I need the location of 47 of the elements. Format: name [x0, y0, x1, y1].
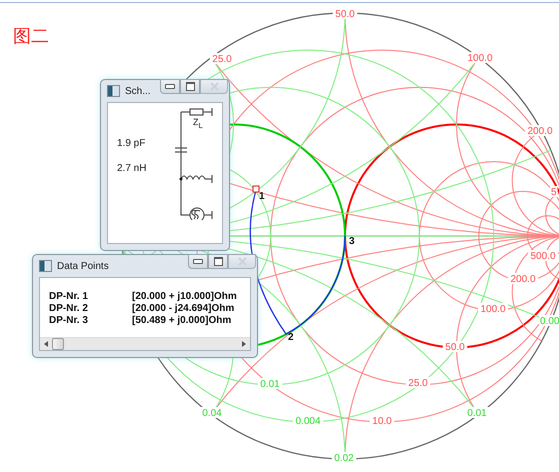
maximize-icon: [214, 257, 222, 266]
horizontal-scrollbar[interactable]: [40, 337, 250, 350]
data-point-label: 1: [259, 191, 265, 202]
chart-scale-label: 50.0: [445, 342, 465, 353]
data-point-value: [50.489 + j0.000]Ohm: [132, 315, 232, 327]
chart-scale-label: 200.0: [527, 126, 553, 137]
data-point-marker: [252, 186, 260, 192]
minimize-icon: [165, 84, 175, 89]
scrollbar-thumb[interactable]: [52, 338, 64, 350]
chart-scale-label: 25.0: [408, 378, 428, 389]
close-icon: [238, 257, 246, 266]
chart-scale-label: 200.0: [510, 274, 536, 285]
chart-scale-label: 100.0: [480, 304, 506, 315]
chart-scale-label: 0.02: [334, 453, 354, 464]
data-point-label: 3: [349, 236, 355, 247]
maximize-icon: [186, 82, 194, 91]
window-title: Data Points: [57, 260, 109, 272]
data-point-name: DP-Nr. 1: [49, 291, 89, 303]
minimize-button[interactable]: [160, 79, 180, 94]
maximize-button[interactable]: [208, 254, 228, 269]
chart-scale-label: 10.0: [372, 416, 392, 427]
minimize-icon: [193, 259, 203, 264]
maximize-button[interactable]: [180, 79, 200, 94]
load-label: Z$_{L}$: [193, 117, 203, 130]
chart-scale-label: 500.0: [530, 251, 556, 262]
close-icon: [210, 82, 218, 91]
data-point-name: DP-Nr. 2: [49, 303, 89, 315]
chart-scale-label: 0.04: [202, 408, 222, 419]
figure-caption: 图二: [13, 25, 49, 48]
chart-scale-label: 0.01: [467, 408, 487, 419]
data-point-name: DP-Nr. 3: [49, 315, 89, 327]
minimize-button[interactable]: [188, 254, 208, 269]
chart-scale-label: 50.0: [335, 9, 355, 20]
component-value: 1.9 pF: [117, 138, 146, 149]
component-value: 2.7 nH: [117, 163, 148, 174]
chart-scale-label: 25.0: [212, 54, 232, 65]
chart-scale-label: 0.00: [540, 316, 559, 327]
chart-scale-label: 0.004: [295, 416, 321, 427]
chart-scale-label: 0.01: [260, 379, 280, 390]
chart-scale-label: 100.0: [467, 53, 493, 64]
app-icon: [39, 260, 52, 272]
app-icon: [107, 85, 120, 97]
data-point-value: [20.000 - j24.694]Ohm: [132, 303, 234, 315]
chart-scale-label: 5: [551, 187, 557, 198]
window-title: Sch...: [125, 86, 151, 96]
data-point-label: 2: [288, 332, 294, 343]
data-point-value: [20.000 + j10.000]Ohm: [132, 291, 237, 303]
